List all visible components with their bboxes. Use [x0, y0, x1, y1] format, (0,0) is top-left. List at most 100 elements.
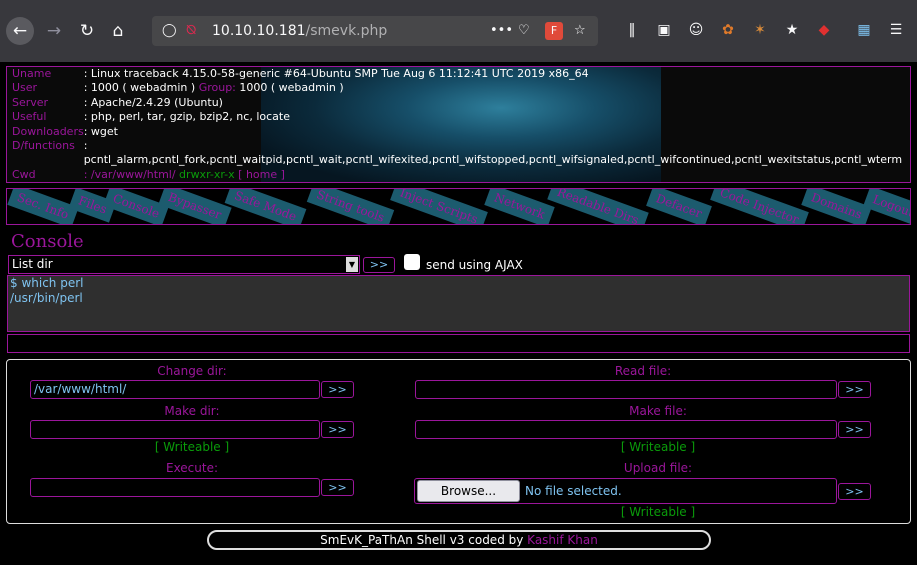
url-host: 10.10.10.181	[212, 23, 306, 39]
info-key: User	[12, 81, 38, 95]
console-title: Console	[11, 231, 84, 252]
url-text[interactable]: 10.10.10.181/smevk.php	[212, 16, 387, 46]
cwd-path-link[interactable]: : /var/www/html/	[84, 168, 176, 181]
menu-item-defacer[interactable]: Defacer	[646, 189, 712, 224]
command-input[interactable]	[7, 334, 910, 353]
menu-item-string-tools[interactable]: String tools	[306, 189, 395, 224]
read-file-button[interactable]: >>	[838, 381, 871, 398]
upload-file-label: Upload file:	[623, 461, 693, 475]
back-icon[interactable]: ←	[6, 17, 34, 45]
output-line: $ which perl	[10, 276, 84, 290]
menu-icon[interactable]: ☰	[884, 18, 908, 42]
change-dir-input[interactable]: /var/www/html/	[30, 380, 320, 399]
console-output[interactable]: $ which perl /usr/bin/perl	[7, 275, 910, 332]
extension-1-icon[interactable]: ✿	[716, 18, 740, 42]
group-value: 1000 ( webadmin )	[235, 81, 344, 95]
menu-item-inject-scripts[interactable]: Inject Scripts	[390, 189, 488, 224]
info-value: : Apache/2.4.29 (Ubuntu)	[83, 95, 223, 109]
author-link[interactable]: Kashif Khan	[527, 533, 598, 547]
chevron-down-icon[interactable]: ▼	[346, 257, 358, 272]
bookmark-star-icon[interactable]: ☆	[574, 16, 586, 46]
menu-item-logout[interactable]: Logout	[862, 189, 910, 224]
ajax-checkbox[interactable]	[404, 254, 420, 270]
console-go-button[interactable]: >>	[363, 257, 395, 273]
info-value: : wget	[83, 124, 118, 138]
web-page: Uname : Linux traceback 4.15.0-58-generic…	[0, 62, 917, 565]
make-dir-button[interactable]: >>	[321, 421, 354, 438]
group-label: Group:	[198, 81, 236, 95]
info-value: pcntl_alarm,pcntl_fork,pcntl_waitpid,pcn…	[83, 153, 903, 167]
upload-writeable: [ Writeable ]	[620, 505, 696, 519]
upload-file-input[interactable]: Browse... No file selected.	[414, 478, 837, 504]
menu-item-readable-dirs[interactable]: Readable Dirs	[547, 189, 649, 224]
forward-icon[interactable]: →	[40, 17, 68, 45]
info-value: :	[83, 139, 88, 153]
make-file-button[interactable]: >>	[838, 421, 871, 438]
reload-icon[interactable]: ↻	[73, 17, 101, 45]
read-file-label: Read file:	[614, 364, 672, 378]
info-value-user: : 1000 ( webadmin ) Group: 1000 ( webadm…	[84, 81, 902, 95]
execute-input[interactable]	[30, 478, 320, 497]
info-value-cwd: : /var/www/html/ drwxr-xr-x [ home ]	[84, 168, 902, 182]
info-row-server: Server : Apache/2.4.29 (Ubuntu)	[7, 96, 902, 110]
main-menu: Sec. Info Files Console Bypasser Safe Mo…	[6, 188, 911, 225]
extension-3-icon[interactable]: ★	[780, 18, 804, 42]
make-dir-label: Make dir:	[164, 404, 220, 418]
make-file-label: Make file:	[629, 404, 687, 418]
read-file-input[interactable]	[415, 380, 837, 399]
home-icon[interactable]: ⌂	[104, 17, 132, 45]
footer-text: SmEvK_PaThAn Shell v3 coded by	[320, 533, 528, 547]
info-row-cwd: Cwd: /var/www/html/ drwxr-xr-x [ home ]	[7, 168, 902, 182]
browser-toolbar: ← → ↻ ⌂ ◯ ⦰ 10.10.10.181/smevk.php ••• ♡…	[0, 0, 917, 62]
shield-icon[interactable]: ◯	[162, 16, 177, 46]
library-icon[interactable]: ‖	[620, 18, 644, 42]
info-row-useful: Useful : php, perl, tar, gzip, bzip2, nc,…	[7, 110, 902, 124]
execute-button[interactable]: >>	[321, 479, 354, 496]
extension-icon[interactable]: F	[545, 22, 563, 40]
make-dir-input[interactable]	[30, 420, 320, 439]
upload-button[interactable]: >>	[838, 483, 871, 500]
make-file-writeable: [ Writeable ]	[620, 440, 696, 454]
ajax-label: send using AJAX	[426, 258, 523, 272]
home-link[interactable]: [ home ]	[235, 168, 285, 181]
browse-button[interactable]: Browse...	[417, 480, 520, 502]
info-row-functions-list: pcntl_alarm,pcntl_fork,pcntl_waitpid,pcn…	[7, 153, 902, 167]
pocket-icon[interactable]: ♡	[518, 16, 530, 46]
ublock-icon[interactable]: ◆	[812, 18, 836, 42]
info-key: Useful	[12, 110, 47, 124]
url-path: /smevk.php	[305, 23, 388, 39]
menu-item-network[interactable]: Network	[484, 189, 555, 224]
info-key: Uname	[12, 67, 52, 80]
menu-item-console[interactable]: Console	[103, 189, 170, 224]
info-value: : php, perl, tar, gzip, bzip2, nc, locat…	[83, 110, 290, 124]
server-info-panel: Uname : Linux traceback 4.15.0-58-generic…	[6, 66, 911, 183]
command-select-value: List dir	[12, 257, 53, 271]
make-dir-writeable: [ Writeable ]	[154, 440, 230, 454]
extensions-puzzle-icon[interactable]: ▦	[852, 18, 876, 42]
footer-credit: SmEvK_PaThAn Shell v3 coded by Kashif Kh…	[207, 530, 711, 550]
info-value: : Linux traceback 4.15.0-58-generic #64-…	[83, 67, 589, 80]
info-row-user: User : 1000 ( webadmin ) Group: 1000 ( we…	[7, 81, 902, 95]
change-dir-button[interactable]: >>	[321, 381, 354, 398]
insecure-lock-icon[interactable]: ⦰	[186, 16, 196, 46]
menu-item-bypasser[interactable]: Bypasser	[158, 189, 232, 224]
output-line: /usr/bin/perl	[10, 291, 83, 305]
menu-item-code-injector[interactable]: Code Injector	[710, 189, 809, 224]
url-bar[interactable]: ◯ ⦰ 10.10.10.181/smevk.php ••• ♡ F ☆	[152, 16, 598, 46]
command-select[interactable]: List dir ▼	[8, 255, 360, 274]
make-file-input[interactable]	[415, 420, 837, 439]
info-row-dfunctions: D/functions:	[7, 139, 902, 153]
cwd-permissions: drwxr-xr-x	[175, 167, 235, 181]
menu-item-safe-mode[interactable]: Safe Mode	[224, 189, 307, 224]
info-key: Server	[12, 95, 49, 109]
extension-2-icon[interactable]: ✶	[748, 18, 772, 42]
change-dir-label: Change dir:	[157, 364, 227, 378]
account-icon[interactable]: ☺	[684, 18, 708, 42]
more-icon[interactable]: •••	[490, 16, 513, 46]
no-file-text: No file selected.	[525, 484, 622, 498]
info-key: Downloaders	[12, 124, 84, 138]
info-value: : 1000 ( webadmin )	[83, 81, 199, 95]
menu-item-domains[interactable]: Domains	[801, 189, 872, 224]
sidebar-icon[interactable]: ▣	[652, 18, 676, 42]
info-row-uname: Uname : Linux traceback 4.15.0-58-generic…	[7, 67, 902, 81]
